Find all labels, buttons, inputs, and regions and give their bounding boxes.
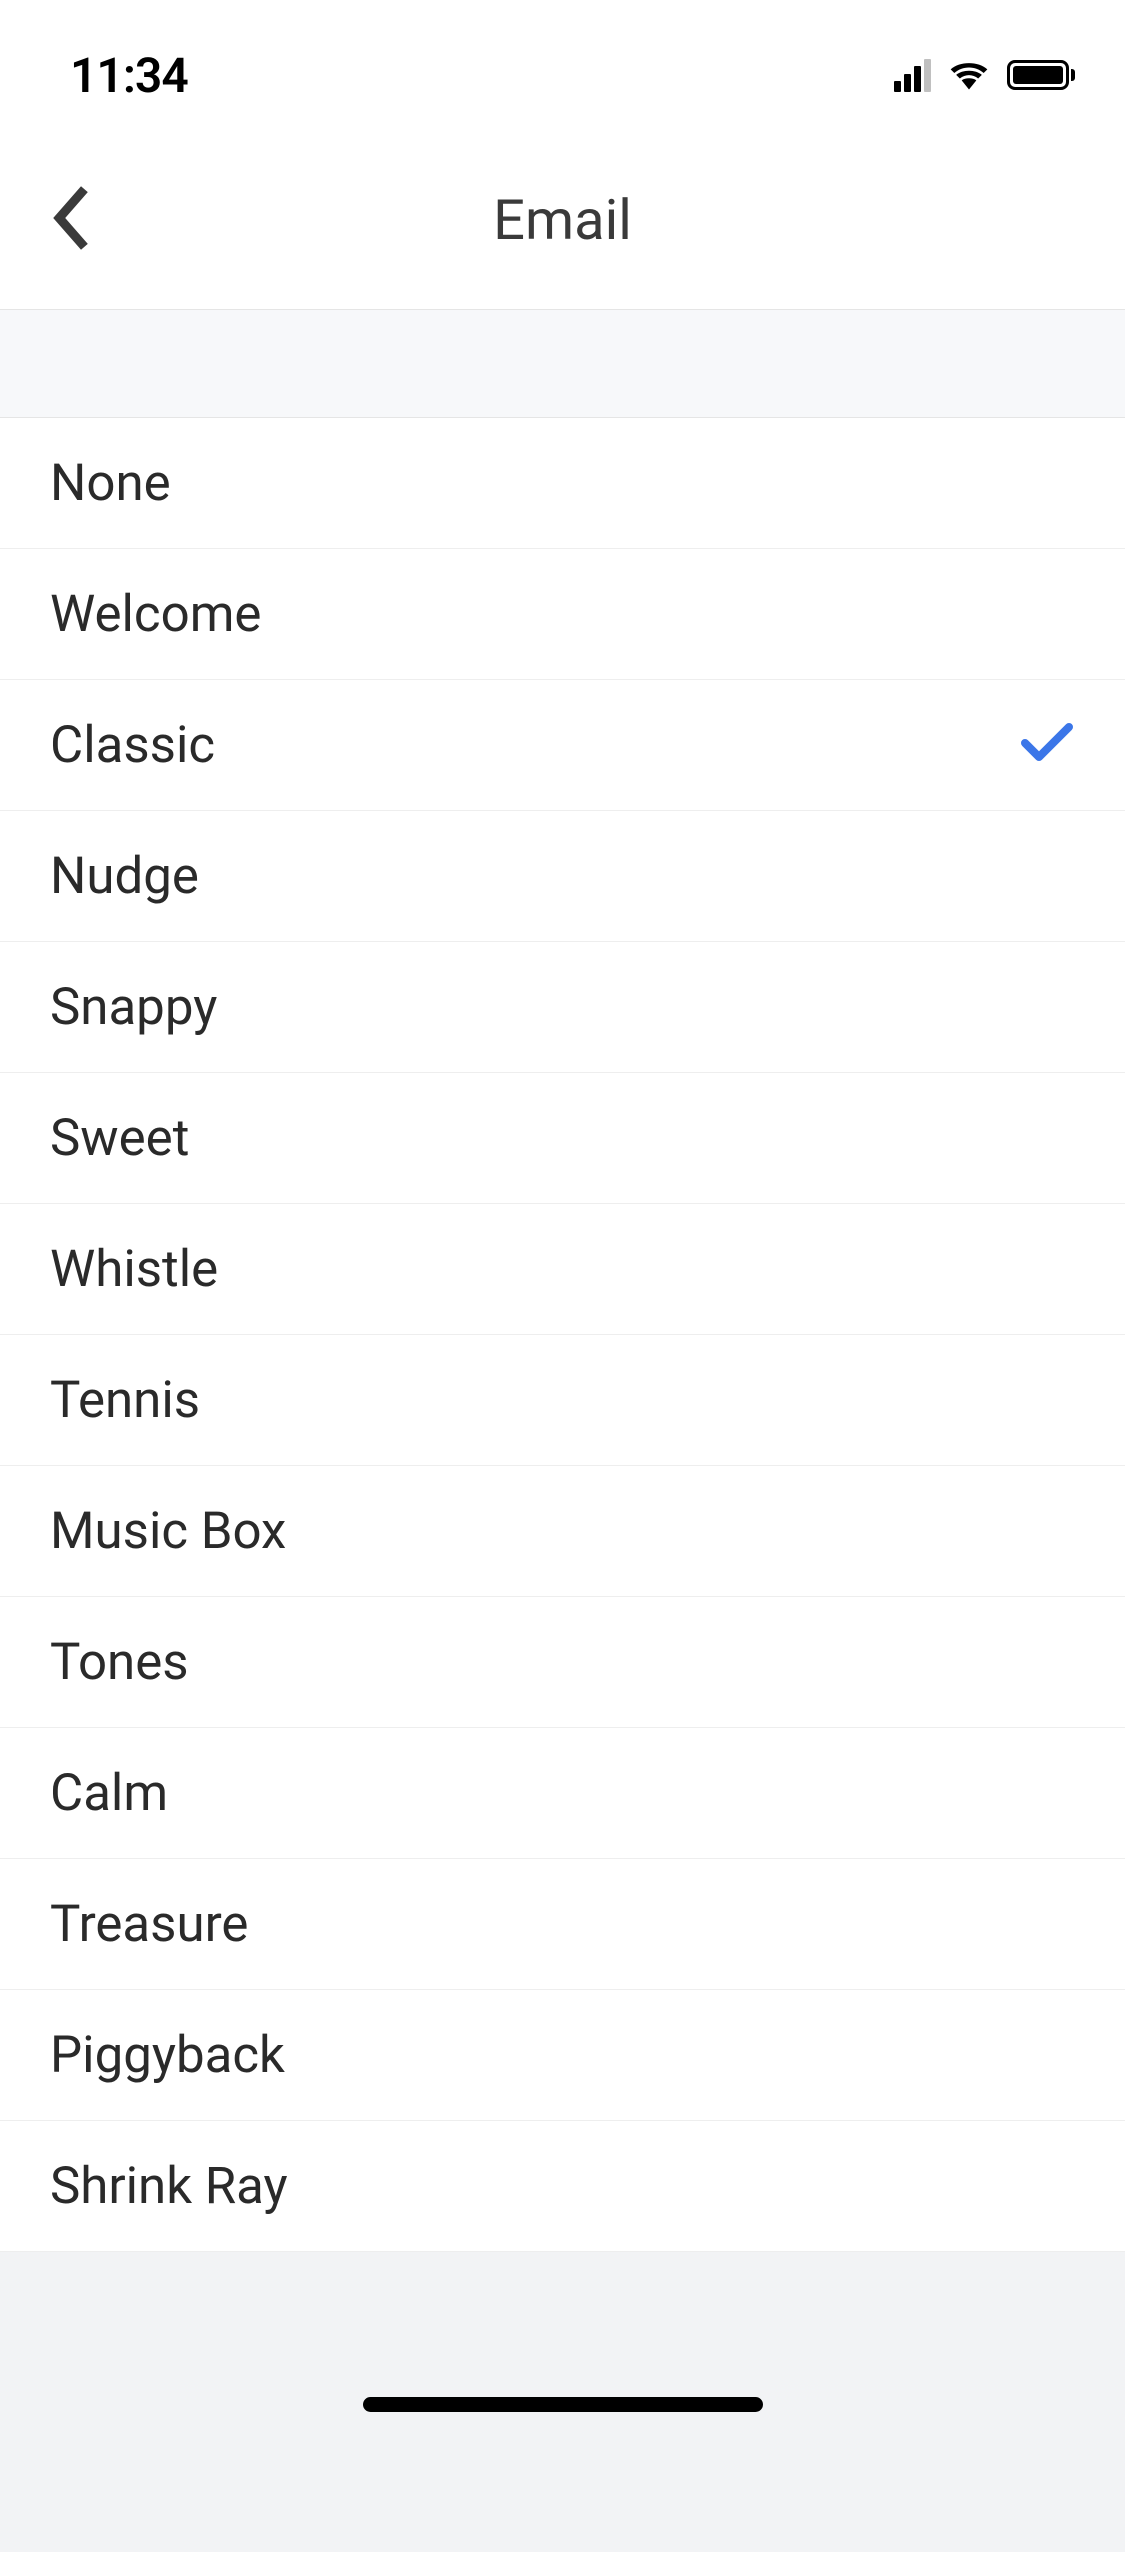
sound-option-sweet[interactable]: Sweet <box>0 1073 1125 1204</box>
chevron-left-icon <box>48 182 92 254</box>
sound-option-whistle[interactable]: Whistle <box>0 1204 1125 1335</box>
status-bar: 11:34 <box>0 0 1125 130</box>
home-indicator[interactable] <box>363 2397 763 2412</box>
checkmark-icon <box>1019 721 1075 769</box>
sound-option-none[interactable]: None <box>0 418 1125 549</box>
wifi-icon <box>947 56 991 94</box>
sound-option-label: Sweet <box>50 1109 189 1168</box>
sound-option-label: Treasure <box>50 1895 248 1954</box>
sound-option-label: None <box>50 454 171 513</box>
nav-header: Email <box>0 130 1125 310</box>
sound-option-label: Tennis <box>50 1371 200 1430</box>
sound-option-label: Shrink Ray <box>50 2157 288 2216</box>
sound-option-label: Whistle <box>50 1240 218 1299</box>
sound-option-label: Calm <box>50 1764 168 1823</box>
sound-option-label: Classic <box>50 716 215 775</box>
sound-option-label: Snappy <box>50 978 217 1037</box>
status-time: 11:34 <box>70 47 188 104</box>
sound-option-shrink-ray[interactable]: Shrink Ray <box>0 2121 1125 2252</box>
sound-option-label: Music Box <box>50 1502 286 1561</box>
sound-option-label: Tones <box>50 1633 189 1692</box>
sound-option-tones[interactable]: Tones <box>0 1597 1125 1728</box>
status-icons <box>894 56 1075 94</box>
sound-option-piggyback[interactable]: Piggyback <box>0 1990 1125 2121</box>
sound-option-label: Nudge <box>50 847 199 906</box>
sound-option-treasure[interactable]: Treasure <box>0 1859 1125 1990</box>
sound-option-label: Piggyback <box>50 2026 285 2085</box>
sound-option-music-box[interactable]: Music Box <box>0 1466 1125 1597</box>
sound-option-snappy[interactable]: Snappy <box>0 942 1125 1073</box>
sound-option-welcome[interactable]: Welcome <box>0 549 1125 680</box>
sound-option-tennis[interactable]: Tennis <box>0 1335 1125 1466</box>
cellular-signal-icon <box>894 59 931 92</box>
page-title: Email <box>493 187 632 253</box>
sound-option-calm[interactable]: Calm <box>0 1728 1125 1859</box>
section-spacer <box>0 310 1125 418</box>
sound-option-nudge[interactable]: Nudge <box>0 811 1125 942</box>
sound-option-classic[interactable]: Classic <box>0 680 1125 811</box>
sound-option-label: Welcome <box>50 585 261 644</box>
sound-list: None Welcome Classic Nudge Snappy Sweet … <box>0 418 1125 2252</box>
back-button[interactable] <box>48 182 92 258</box>
battery-icon <box>1007 60 1075 90</box>
